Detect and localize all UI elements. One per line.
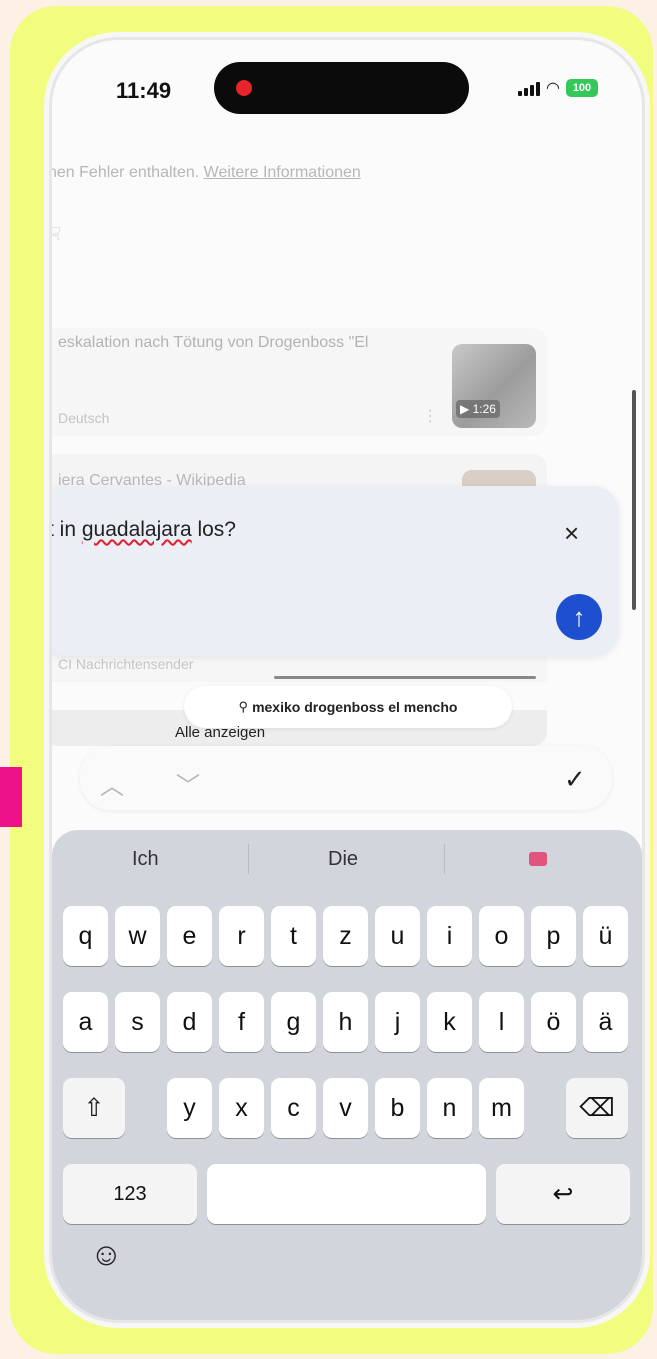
- return-key-icon[interactable]: ↩: [496, 1164, 630, 1224]
- scrollbar[interactable]: [632, 390, 636, 610]
- key-ae[interactable]: ä: [583, 992, 628, 1052]
- key-i[interactable]: i: [427, 906, 472, 966]
- key-t[interactable]: t: [271, 906, 316, 966]
- result-source: Deutsch: [58, 410, 110, 426]
- close-icon[interactable]: ×: [564, 518, 579, 549]
- key-v[interactable]: v: [323, 1078, 368, 1138]
- previous-field-chevron-up-icon[interactable]: ︿: [100, 766, 124, 801]
- key-n[interactable]: n: [427, 1078, 472, 1138]
- compose-input[interactable]: t in guadalajara los?: [52, 518, 236, 542]
- result-source: CI Nachrichtensender: [58, 656, 194, 672]
- more-options-icon[interactable]: ⋮: [422, 406, 438, 426]
- search-icon: ⚲: [238, 699, 249, 714]
- key-b[interactable]: b: [375, 1078, 420, 1138]
- phone-screen: 11:49 ◠ 100 nen Fehler enthalten. Weiter…: [52, 40, 642, 1320]
- chip-label: mexiko drogenboss el mencho: [252, 699, 458, 715]
- key-w[interactable]: w: [115, 906, 160, 966]
- backspace-key-icon[interactable]: ⌫: [566, 1078, 628, 1138]
- send-button[interactable]: ↑: [556, 594, 602, 640]
- search-suggestion-chip[interactable]: ⚲ mexiko drogenboss el mencho: [184, 686, 512, 728]
- key-d[interactable]: d: [167, 992, 212, 1052]
- status-time: 11:49: [116, 78, 172, 103]
- space-key[interactable]: [207, 1164, 486, 1224]
- disclaimer-line: nen Fehler enthalten. Weitere Informatio…: [52, 164, 361, 182]
- next-field-chevron-down-icon[interactable]: ﹀: [176, 766, 200, 801]
- key-p[interactable]: p: [531, 906, 576, 966]
- show-all-link[interactable]: Alle anzeigen: [175, 724, 265, 741]
- key-q[interactable]: q: [63, 906, 108, 966]
- more-info-link[interactable]: Weitere Informationen: [204, 164, 361, 181]
- key-u[interactable]: u: [375, 906, 420, 966]
- key-r[interactable]: r: [219, 906, 264, 966]
- suggestion-divider: [248, 844, 249, 874]
- compose-box[interactable]: [52, 486, 619, 656]
- key-m[interactable]: m: [479, 1078, 524, 1138]
- keyboard-accessory-bar: [80, 746, 612, 810]
- video-duration: ▶ 1:26: [456, 400, 500, 418]
- key-oe[interactable]: ö: [531, 992, 576, 1052]
- done-checkmark-icon[interactable]: ✓: [564, 764, 586, 795]
- drag-handle: [274, 676, 536, 679]
- key-ue[interactable]: ü: [583, 906, 628, 966]
- status-bar: 11:49 ◠ 100: [52, 40, 642, 140]
- key-s[interactable]: s: [115, 992, 160, 1052]
- result-title[interactable]: eskalation nach Tötung von Drogenboss "E…: [58, 334, 368, 352]
- pink-marker: [0, 767, 22, 827]
- key-j[interactable]: j: [375, 992, 420, 1052]
- suggestion-die[interactable]: Die: [328, 848, 358, 871]
- misspelled-word: guadalajara: [81, 518, 192, 541]
- suggestion-divider: [444, 844, 445, 874]
- shift-key-icon[interactable]: ⇧: [63, 1078, 125, 1138]
- dynamic-island: [214, 62, 469, 114]
- key-l[interactable]: l: [479, 992, 524, 1052]
- keyboard: Ich Die q w e r t z u i o p ü a s d f g …: [52, 830, 642, 1320]
- signal-icon: [518, 80, 541, 96]
- key-k[interactable]: k: [427, 992, 472, 1052]
- disclaimer-text: nen Fehler enthalten.: [52, 164, 200, 181]
- key-x[interactable]: x: [219, 1078, 264, 1138]
- key-g[interactable]: g: [271, 992, 316, 1052]
- recording-dot-icon: [236, 80, 252, 96]
- key-e[interactable]: e: [167, 906, 212, 966]
- system-icons: ◠ 100: [518, 78, 598, 98]
- key-h[interactable]: h: [323, 992, 368, 1052]
- key-c[interactable]: c: [271, 1078, 316, 1138]
- wifi-icon: ◠: [546, 80, 560, 97]
- key-z[interactable]: z: [323, 906, 368, 966]
- key-f[interactable]: f: [219, 992, 264, 1052]
- battery-icon: 100: [566, 79, 598, 97]
- key-a[interactable]: a: [63, 992, 108, 1052]
- key-o[interactable]: o: [479, 906, 524, 966]
- suggestion-emoji-icon[interactable]: [529, 852, 547, 866]
- suggestion-ich[interactable]: Ich: [132, 848, 159, 871]
- numbers-key[interactable]: 123: [63, 1164, 197, 1224]
- emoji-icon[interactable]: ☺: [90, 1236, 123, 1273]
- key-y[interactable]: y: [167, 1078, 212, 1138]
- thumbs-down-icon[interactable]: ☟: [52, 224, 61, 245]
